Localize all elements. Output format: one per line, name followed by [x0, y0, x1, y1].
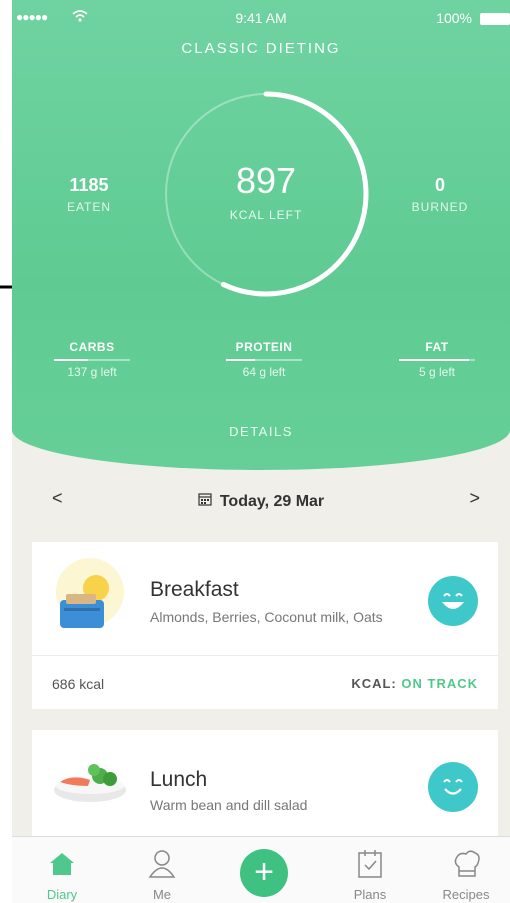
burned-value: 0 — [434, 175, 445, 195]
plan-title[interactable]: CLASSIC DIETING — [12, 40, 510, 57]
macro-protein[interactable]: PROTEIN 64 g left — [204, 340, 324, 379]
macro-bar-fill — [399, 359, 469, 361]
macro-name: PROTEIN — [235, 340, 293, 354]
eaten-stat: 1185 EATEN — [29, 175, 149, 214]
kcal-status: KCAL: ON TRACK — [351, 676, 478, 691]
macro-fat[interactable]: FAT 5 g left — [377, 340, 497, 379]
status-bar: ●●●●● 9:41 AM 100% — [12, 10, 510, 32]
meal-card-breakfast[interactable]: Breakfast Almonds, Berries, Coconut milk… — [32, 542, 498, 709]
app-screen: ●●●●● 9:41 AM 100% CLASSIC DIETING 897 K… — [12, 0, 510, 903]
smiley-face-icon[interactable] — [428, 762, 478, 812]
macro-carbs[interactable]: CARBS 137 g left — [32, 340, 152, 379]
tab-label: Me — [152, 887, 172, 902]
meal-card-lunch[interactable]: Lunch Warm bean and dill salad — [32, 730, 498, 840]
person-icon — [148, 850, 176, 878]
macro-bar — [226, 359, 302, 361]
macro-name: FAT — [425, 340, 449, 354]
tab-label: Plans — [353, 887, 387, 902]
burned-label: BURNED — [411, 200, 469, 214]
meal-card-footer: 686 kcal KCAL: ON TRACK — [32, 655, 498, 710]
chef-hat-icon — [454, 850, 480, 877]
tab-label: Recipes — [442, 887, 490, 902]
smiley-face-icon[interactable] — [428, 576, 478, 626]
meal-items: Almonds, Berries, Coconut milk, Oats — [150, 609, 383, 625]
kcal-status-value: ON TRACK — [401, 676, 478, 691]
battery-level: 100% — [436, 10, 472, 26]
current-date-label: Today, 29 Mar — [219, 493, 325, 510]
macro-bar-fill — [54, 359, 89, 361]
next-day-button[interactable]: > — [469, 488, 480, 509]
date-navigator: < Today, 29 Mar > — [12, 482, 510, 522]
home-icon — [50, 853, 74, 875]
meal-title: Lunch — [150, 768, 208, 791]
macro-left: 5 g left — [418, 365, 456, 379]
add-icon[interactable]: + — [240, 849, 288, 897]
burned-stat: 0 BURNED — [380, 175, 500, 214]
meal-title: Breakfast — [150, 578, 239, 601]
calorie-summary-header: ●●●●● 9:41 AM 100% CLASSIC DIETING 897 K… — [12, 0, 510, 470]
current-date[interactable]: Today, 29 Mar — [12, 492, 510, 511]
macro-bar-fill — [226, 359, 255, 361]
macro-left: 64 g left — [242, 365, 286, 379]
macro-name: CARBS — [69, 340, 115, 354]
kcal-left-label: KCAL LEFT — [229, 208, 303, 222]
tab-bar: Diary Me + Plans Recipes — [12, 836, 510, 903]
breakfast-toaster-icon — [56, 558, 124, 628]
eaten-label: EATEN — [66, 200, 112, 214]
calendar-check-icon — [358, 850, 382, 878]
macro-left: 137 g left — [67, 365, 117, 379]
lunch-salad-icon — [54, 764, 126, 802]
macro-bar — [399, 359, 475, 361]
eaten-value: 1185 — [69, 175, 109, 195]
battery-icon — [480, 13, 510, 25]
kcal-left-value: 897 — [235, 160, 297, 201]
macro-bar — [54, 359, 130, 361]
meal-kcal: 686 kcal — [52, 676, 105, 692]
calendar-icon — [198, 492, 212, 511]
tab-label: Diary — [46, 887, 78, 902]
kcal-status-label: KCAL: — [351, 676, 397, 691]
details-button[interactable]: DETAILS — [12, 424, 510, 439]
meal-items: Warm bean and dill salad — [150, 797, 308, 813]
